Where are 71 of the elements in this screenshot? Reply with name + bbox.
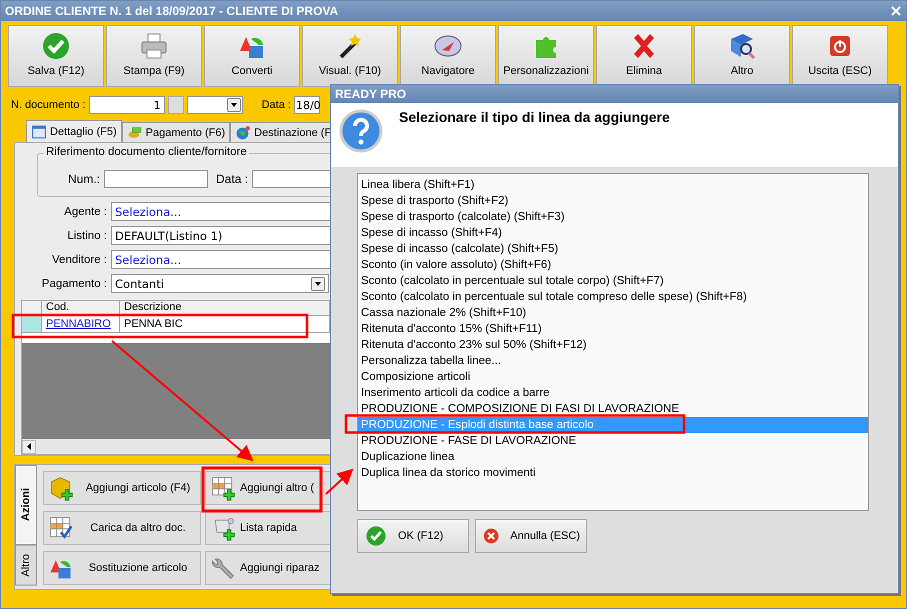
question-icon xyxy=(339,109,383,153)
box-add-icon xyxy=(48,475,74,501)
list-item[interactable]: Sconto (in valore assoluto) (Shift+F6) xyxy=(358,257,868,273)
action-button[interactable]: Aggiungi articolo (F4) xyxy=(43,471,201,505)
field-label: Num.: xyxy=(68,172,100,186)
tab[interactable]: Dettaglio (F5) xyxy=(26,120,122,142)
globe-icon xyxy=(235,124,252,140)
document-number-field[interactable]: 1 xyxy=(88,96,165,114)
ok-button[interactable]: OK (F12) xyxy=(357,519,469,553)
list-item[interactable]: Spese di trasporto (calcolate) (Shift+F3) xyxy=(358,209,868,225)
toolbar-button[interactable]: Visual. (F10) xyxy=(302,25,398,87)
list-item[interactable]: Inserimento articoli da codice a barre xyxy=(358,385,868,401)
toolbar-button[interactable]: Personalizzazioni xyxy=(498,25,594,87)
list-item[interactable]: Spese di incasso (Shift+F4) xyxy=(358,225,868,241)
annotation-arrow xyxy=(325,468,354,495)
dropdown-arrow-icon xyxy=(315,282,321,286)
list-item[interactable]: Ritenuta d'acconto 23% sul 50% (Shift+F12) xyxy=(358,337,868,353)
check-icon xyxy=(364,524,388,548)
close-button[interactable] xyxy=(890,5,902,17)
table-check-icon xyxy=(48,515,74,541)
list-item[interactable]: Personalizza tabella linee... xyxy=(358,353,868,369)
list-item[interactable]: Duplicazione linea xyxy=(358,449,868,465)
vertical-tab[interactable]: Altro xyxy=(15,545,37,586)
toolbar-button[interactable]: Navigatore xyxy=(400,25,496,87)
dialog-heading: Selezionare il tipo di linea da aggiungere xyxy=(399,109,670,127)
toolbar-button[interactable]: Converti xyxy=(204,25,300,87)
column-header[interactable]: Cod. xyxy=(42,301,120,315)
printer-icon xyxy=(139,31,169,61)
toolbar-button[interactable]: Uscita (ESC) xyxy=(792,25,888,87)
list-item[interactable]: Sconto (calcolato in percentuale sul totale corpo) (Shift+F7) xyxy=(358,273,868,289)
toolbar-button[interactable]: Stampa (F9) xyxy=(106,25,202,87)
field-label: N. documento : xyxy=(11,99,86,111)
number-field[interactable] xyxy=(104,170,208,188)
dialog-title: READY PRO xyxy=(335,87,406,101)
field-label: Data : xyxy=(216,172,248,186)
list-item[interactable]: Spese di trasporto (Shift+F2) xyxy=(358,193,868,209)
field-label: Listino : xyxy=(66,230,107,242)
list-item[interactable]: Linea libera (Shift+F1) xyxy=(358,177,868,193)
field-label: Data : xyxy=(262,99,291,111)
cancel-button[interactable]: Annulla (ESC) xyxy=(475,519,587,553)
action-button[interactable]: Sostituzione articolo xyxy=(43,551,201,585)
group-title: Riferimento documento cliente/fornitore xyxy=(44,146,249,158)
payment-dropdown[interactable]: Contanti xyxy=(111,274,329,293)
toolbar-button[interactable]: Salva (F12) xyxy=(8,25,104,87)
check-icon xyxy=(41,31,71,61)
field-label: Agente : xyxy=(63,206,107,218)
toolbar-button[interactable]: Elimina xyxy=(596,25,692,87)
left-arrow-icon xyxy=(27,443,31,450)
action-button[interactable]: Carica da altro doc. xyxy=(43,511,201,545)
table-cell: PENNABIRO xyxy=(42,316,120,332)
dropdown-arrow-icon xyxy=(230,103,237,107)
list-item[interactable]: PRODUZIONE - COMPOSIZIONE DI FASI DI LAVORAZIONE xyxy=(358,401,868,417)
scroll-left-button[interactable] xyxy=(22,440,36,454)
tab[interactable]: Pagamento (F6) xyxy=(122,122,230,142)
list-item[interactable]: Ritenuta d'acconto 15% (Shift+F11) xyxy=(358,321,868,337)
list-item[interactable]: Duplica linea da storico movimenti xyxy=(358,465,868,481)
money-icon xyxy=(126,124,143,140)
field-label: Venditore : xyxy=(51,254,107,266)
toolbar-button[interactable]: Altro xyxy=(694,25,790,87)
field-label: Pagamento : xyxy=(40,278,107,290)
table-add-icon xyxy=(210,475,236,501)
date-field[interactable]: 18/0 xyxy=(294,96,320,114)
series-dropdown[interactable] xyxy=(186,96,243,114)
list-item[interactable]: Composizione articoli xyxy=(358,369,868,385)
list-item[interactable]: Spese di incasso (calcolate) (Shift+F5) xyxy=(358,241,868,257)
list-item[interactable]: Cassa nazionale 2% (Shift+F10) xyxy=(358,305,868,321)
list-item[interactable]: Sconto (calcolato in percentuale sul totale compreso delle spese) (Shift+F8) xyxy=(358,289,868,305)
list-item[interactable]: PRODUZIONE - FASE DI LAVORAZIONE xyxy=(358,433,868,449)
calendar-icon xyxy=(31,124,47,140)
vertical-tab[interactable]: Azioni xyxy=(15,465,37,545)
window-title: ORDINE CLIENTE N. 1 del 18/09/2017 - CLIENTE DI PROVA xyxy=(5,4,338,18)
